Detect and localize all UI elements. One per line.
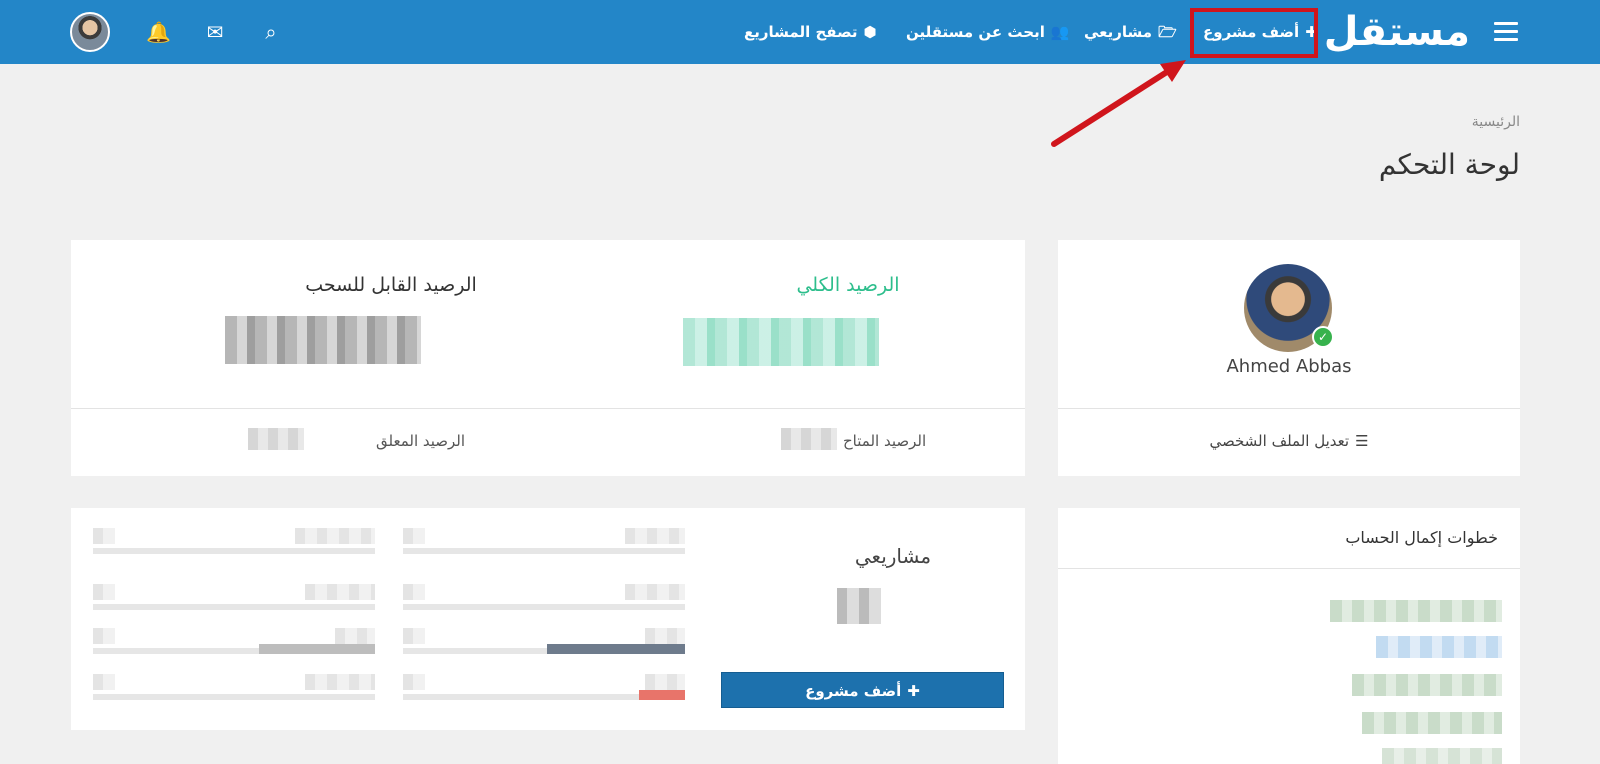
balance-card: الرصيد الكلي الرصيد القابل للسحب الرصيد … (71, 240, 1025, 476)
step-item[interactable] (1330, 600, 1502, 622)
nav-browse-projects-label: تصفح المشاريع (744, 23, 858, 41)
divider (1058, 408, 1520, 409)
profile-card: ✓ Ahmed Abbas ☰ تعديل الملف الشخصي (1058, 240, 1520, 476)
nav-find-freelancers-label: ابحث عن مستقلين (906, 23, 1045, 41)
envelope-icon[interactable]: ✉ (203, 20, 227, 44)
step-item[interactable] (1382, 748, 1502, 764)
pending-balance-value (248, 428, 304, 450)
bell-icon[interactable]: 🔔 (146, 20, 171, 44)
account-steps-card: خطوات إكمال الحساب (1058, 508, 1520, 764)
site-logo[interactable]: مستقل (1324, 8, 1471, 56)
edit-profile-link[interactable]: ☰ تعديل الملف الشخصي (1058, 432, 1520, 450)
divider (1058, 568, 1520, 569)
divider (71, 408, 1025, 409)
project-stat-row (403, 526, 685, 554)
total-balance-label: الرصيد الكلي (796, 274, 900, 296)
users-icon: 👥 (1050, 23, 1070, 41)
edit-profile-label: تعديل الملف الشخصي (1209, 432, 1350, 450)
project-stat-row (403, 672, 685, 700)
menu-icon[interactable] (1494, 22, 1518, 42)
withdrawable-balance-label: الرصيد القابل للسحب (305, 274, 477, 296)
profile-name: Ahmed Abbas (1226, 356, 1352, 377)
nav-find-freelancers[interactable]: 👥 ابحث عن مستقلين (906, 0, 1070, 64)
breadcrumb[interactable]: الرئيسية (1472, 114, 1520, 130)
add-project-button[interactable]: ✚ أضف مشروع (721, 672, 1004, 708)
withdrawable-balance-value (225, 316, 421, 364)
highlight-box (1190, 8, 1318, 58)
cubes-icon: ⬢ (863, 23, 877, 41)
pending-balance-label: الرصيد المعلق (376, 432, 466, 450)
available-balance-value (781, 428, 837, 450)
available-balance-label: الرصيد المتاح (843, 432, 927, 450)
projects-title: مشاريعي (854, 544, 932, 568)
my-projects-card: مشاريعي ✚ أضف مشروع (71, 508, 1025, 730)
search-icon[interactable]: ⌕ (259, 20, 283, 44)
project-stat-row (403, 626, 685, 654)
project-stat-row (93, 526, 375, 554)
top-navbar: مستقل ✚أضف مشروع 🗁مشاريعي 👥ابحث عن مستقل… (0, 0, 1600, 64)
total-balance-value (683, 318, 879, 366)
page-title: لوحة التحكم (1378, 148, 1520, 181)
avatar[interactable] (70, 12, 110, 52)
step-item[interactable] (1376, 636, 1502, 658)
projects-count (837, 588, 881, 624)
step-item[interactable] (1362, 712, 1502, 734)
project-stat-row (93, 672, 375, 700)
nav-my-projects-label: مشاريعي (1084, 23, 1153, 41)
project-stat-row (403, 582, 685, 610)
project-stat-row (93, 626, 375, 654)
project-stat-row (93, 582, 375, 610)
plus-icon: ✚ (907, 682, 920, 700)
step-item[interactable] (1352, 674, 1502, 696)
folder-open-icon: 🗁 (1158, 23, 1177, 41)
sliders-icon: ☰ (1355, 432, 1369, 450)
verified-check-icon: ✓ (1312, 326, 1334, 348)
add-project-button-label: أضف مشروع (805, 682, 902, 700)
nav-my-projects[interactable]: 🗁 مشاريعي (1084, 0, 1177, 64)
nav-browse-projects[interactable]: ⬢ تصفح المشاريع (744, 0, 877, 64)
steps-title: خطوات إكمال الحساب (1345, 528, 1498, 547)
